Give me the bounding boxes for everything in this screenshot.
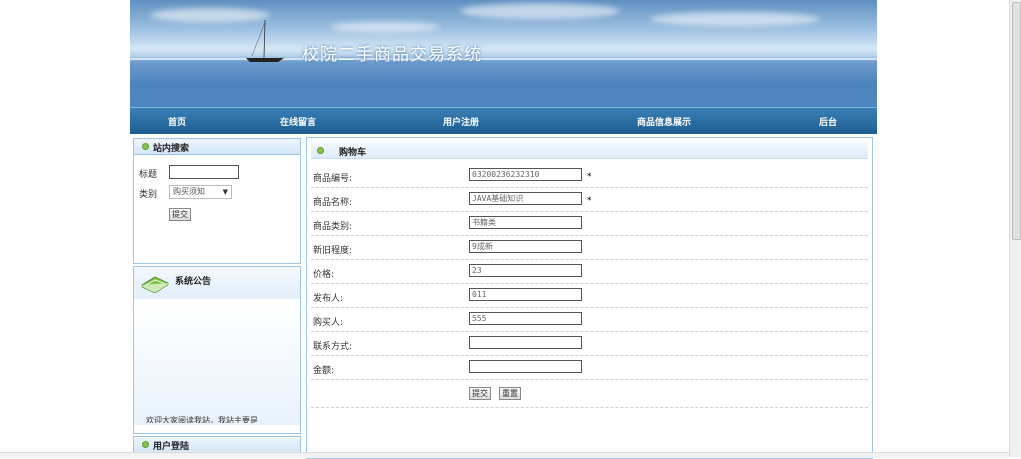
- notice-panel: 系统公告 欢迎大家阅读我站，我站主要是: [133, 266, 301, 434]
- category-select-value: 购买须知: [173, 187, 205, 196]
- amount-label: 金额:: [313, 366, 335, 376]
- publisher-input[interactable]: 011: [469, 288, 582, 301]
- search-category-label: 类别: [139, 190, 158, 200]
- scrollbar-thumb[interactable]: [1012, 2, 1021, 240]
- search-submit-button[interactable]: 提交: [169, 208, 191, 221]
- product-name-input[interactable]: JAVA基础知识: [469, 192, 582, 205]
- reset-button[interactable]: 重置: [499, 387, 521, 400]
- field-row-product-name: 商品名称: JAVA基础知识 *: [311, 187, 868, 212]
- sailboat-icon: [246, 19, 284, 62]
- amount-input[interactable]: [469, 360, 582, 373]
- nav-admin[interactable]: 后台: [819, 115, 837, 128]
- nav-products[interactable]: 商品信息展示: [637, 115, 691, 128]
- page: 校院二手商品交易系统 首页 在线留言 用户注册 商品信息展示 后台 站内搜索 标…: [130, 0, 877, 459]
- condition-input[interactable]: 9成新: [469, 240, 582, 253]
- price-label: 价格:: [313, 270, 335, 280]
- bullet-icon: [142, 143, 149, 150]
- book-icon: [141, 276, 169, 293]
- buyer-input[interactable]: 555: [469, 312, 582, 325]
- field-row-amount: 金额:: [311, 355, 868, 380]
- cart-title: 购物车: [339, 148, 367, 158]
- submit-button[interactable]: 提交: [469, 387, 491, 400]
- publisher-label: 发布人:: [313, 294, 344, 304]
- nav-home[interactable]: 首页: [168, 115, 186, 128]
- field-row-condition: 新旧程度: 9成新: [311, 235, 868, 260]
- contact-input[interactable]: [469, 336, 582, 349]
- site-title: 校院二手商品交易系统: [302, 45, 482, 65]
- form-actions-row: 提交 重置: [311, 379, 868, 408]
- notice-title: 系统公告: [175, 277, 212, 287]
- cart-panel: 购物车 商品编号: 03200236232310 * 商品名称: JAVA基础知…: [306, 137, 873, 459]
- search-panel: 站内搜索 标题 类别 购买须知 ▼ 提交: [133, 138, 301, 264]
- notice-text: 欢迎大家阅读我站，我站主要是: [146, 416, 258, 423]
- bullet-icon: [317, 147, 324, 154]
- main-nav: 首页 在线留言 用户注册 商品信息展示 后台: [130, 107, 877, 134]
- category-label: 商品类别:: [313, 222, 353, 232]
- field-row-buyer: 购买人: 555: [311, 307, 868, 332]
- required-mark: *: [587, 196, 592, 206]
- category-select[interactable]: 购买须知 ▼: [169, 185, 232, 199]
- search-title-input[interactable]: [169, 165, 239, 179]
- vertical-scrollbar[interactable]: [1009, 0, 1021, 457]
- field-row-publisher: 发布人: 011: [311, 283, 868, 308]
- chevron-down-icon: ▼: [222, 188, 228, 196]
- condition-label: 新旧程度:: [313, 246, 353, 256]
- search-panel-title: 站内搜索: [153, 144, 190, 154]
- field-row-contact: 联系方式:: [311, 331, 868, 356]
- header-banner: 校院二手商品交易系统: [130, 0, 877, 107]
- nav-register[interactable]: 用户注册: [443, 115, 479, 128]
- buyer-label: 购买人:: [313, 318, 344, 328]
- required-mark: *: [587, 172, 592, 182]
- price-input[interactable]: 23: [469, 264, 582, 277]
- category-input[interactable]: 书籍类: [469, 216, 582, 229]
- horizontal-scrollbar[interactable]: [0, 452, 1009, 458]
- bullet-icon: [142, 441, 149, 448]
- contact-label: 联系方式:: [313, 342, 353, 352]
- product-id-label: 商品编号:: [313, 174, 353, 184]
- field-row-price: 价格: 23: [311, 259, 868, 284]
- field-row-product-id: 商品编号: 03200236232310 *: [311, 163, 868, 188]
- search-title-label: 标题: [139, 170, 158, 180]
- nav-message[interactable]: 在线留言: [280, 115, 316, 128]
- product-name-label: 商品名称:: [313, 198, 353, 208]
- product-id-input[interactable]: 03200236232310: [469, 168, 582, 181]
- login-panel-title: 用户登陆: [153, 442, 190, 452]
- field-row-category: 商品类别: 书籍类: [311, 211, 868, 236]
